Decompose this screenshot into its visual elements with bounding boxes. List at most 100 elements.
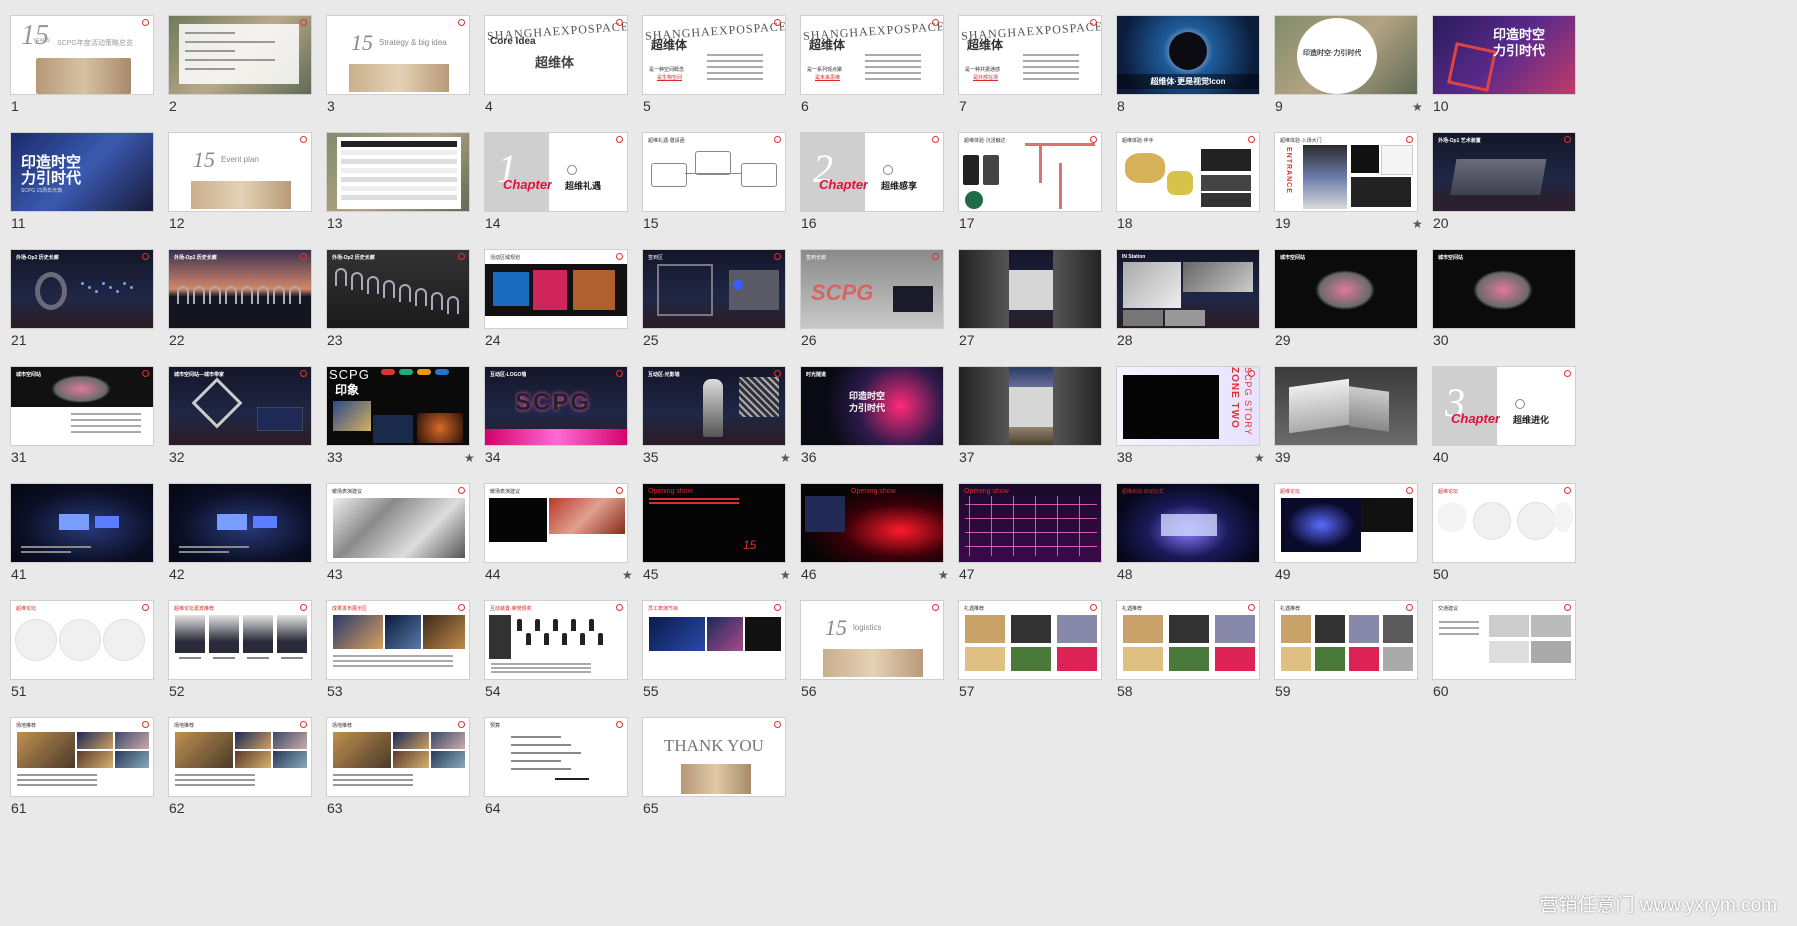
slide-thumbnail[interactable]: 活动区域规划 24	[474, 234, 628, 348]
slide-thumbnail[interactable]: 互动区-光影墙 35 ★	[632, 351, 791, 465]
slide-preview[interactable]	[1274, 366, 1418, 446]
slide-thumbnail[interactable]: 15 logistics 56	[790, 585, 944, 699]
slide-preview[interactable]: Opening show	[958, 483, 1102, 563]
slide-preview[interactable]	[10, 483, 154, 563]
slide-thumbnail[interactable]: 互动区-LOGO墙 SCPG 34	[474, 351, 628, 465]
slide-preview[interactable]: 超维体验·入场大门 ENTRANCE	[1274, 132, 1418, 212]
slide-preview[interactable]: 外场-Op2 历史长廊	[168, 249, 312, 329]
slide-thumbnail[interactable]: Opening show 15 45 ★	[632, 468, 791, 582]
slide-thumbnail[interactable]: 签到长廊 SCPG 26	[790, 234, 944, 348]
slide-preview[interactable]: 礼遇推荐	[1116, 600, 1260, 680]
slide-thumbnail[interactable]: 时光隧道 印造时空 力引时代 36	[790, 351, 944, 465]
slide-thumbnail[interactable]: 暖场表演建议 43	[316, 468, 470, 582]
slide-preview[interactable]: 互动区-光影墙	[642, 366, 786, 446]
slide-thumbnail[interactable]: 超维论坛嘉宾推荐 52	[158, 585, 312, 699]
slide-preview[interactable]: 时光隧道	[958, 366, 1102, 446]
slide-preview[interactable]: 超维礼遇·邀请函	[642, 132, 786, 212]
slide-thumbnail[interactable]: 城市空间站 30	[1422, 234, 1576, 348]
slide-thumbnail[interactable]: 3 Chapter 超维进化 40	[1422, 351, 1576, 465]
slide-preview[interactable]: 15 Strategy & big idea	[326, 15, 470, 95]
slide-preview[interactable]: 超维论坛嘉宾推荐	[168, 600, 312, 680]
slide-thumbnail[interactable]: SHANGHAEXPOSPACE 超维体 是一系列观点聚 是未来思维 6	[790, 0, 944, 114]
slide-preview[interactable]: 签到长廊 SCPG	[800, 249, 944, 329]
slide-thumbnail[interactable]: SHANGHAEXPOSPACE 超维体 是一种共振通感 是外部在场 7	[948, 0, 1102, 114]
slide-thumbnail[interactable]: IN Station 28	[1106, 234, 1260, 348]
slide-preview[interactable]: 场地推荐	[326, 717, 470, 797]
slide-preview[interactable]: SHANGHAEXPOSPACE 超维体 是一种共振通感 是外部在场	[958, 15, 1102, 95]
slide-thumbnail[interactable]: 15 Strategy & big idea 3	[316, 0, 470, 114]
slide-preview[interactable]: 外场-Op2 历史长廊	[326, 249, 470, 329]
slide-thumbnail[interactable]: 场地推荐 62	[158, 702, 312, 816]
slide-thumbnail[interactable]: Opening show 47	[948, 468, 1102, 582]
slide-preview[interactable]: 超维论坛	[10, 600, 154, 680]
slide-preview[interactable]	[326, 132, 470, 212]
slide-thumbnail[interactable]: Opening show 46 ★	[790, 468, 949, 582]
slide-preview[interactable]: 预算	[484, 717, 628, 797]
slide-thumbnail[interactable]: 印造时空 力引时代 SCPG 15周年庆典 11	[0, 117, 154, 231]
slide-thumbnail[interactable]: 场地推荐 63	[316, 702, 470, 816]
slide-thumbnail[interactable]: 外场-Op2 历史长廊 22	[158, 234, 312, 348]
slide-preview[interactable]: 礼遇推荐	[958, 600, 1102, 680]
slide-thumbnail[interactable]: 城市空间站—城市带家 32	[158, 351, 312, 465]
slide-thumbnail[interactable]: 礼遇推荐 59	[1264, 585, 1418, 699]
slide-thumbnail[interactable]: 场地推荐 61	[0, 702, 154, 816]
slide-thumbnail[interactable]: 1 Chapter 超维礼遇 14	[474, 117, 628, 231]
slide-preview[interactable]: 15 Event plan	[168, 132, 312, 212]
slide-thumbnail[interactable]: 2	[158, 0, 312, 114]
slide-preview[interactable]: 场地推荐	[168, 717, 312, 797]
slide-thumbnail[interactable]: SHANGHAEXPOSPACE 超维体 是一种空间概念 是生物空间 5	[632, 0, 786, 114]
slide-preview[interactable]: 外场-Op1 艺术装置	[1432, 132, 1576, 212]
slide-thumbnail[interactable]: 互动装置·荣誉颁奖 54	[474, 585, 628, 699]
slide-thumbnail[interactable]: 超维体验·沉浸触达 17	[948, 117, 1102, 231]
slide-thumbnail[interactable]: 15 YEARS SCPG年度活动策略总览 1	[0, 0, 154, 114]
slide-thumbnail[interactable]: 超维体验·伴手 18	[1106, 117, 1260, 231]
slide-preview[interactable]: 15 YEARS SCPG年度活动策略总览	[10, 15, 154, 95]
slide-preview[interactable]: 活动区域规划	[484, 249, 628, 329]
slide-preview[interactable]: 交通建议	[1432, 600, 1576, 680]
slide-preview[interactable]: 1 Chapter 超维礼遇	[484, 132, 628, 212]
slide-preview[interactable]: 城市空间站	[1432, 249, 1576, 329]
slide-thumbnail[interactable]: 外场-Op1 艺术装置 20	[1422, 117, 1576, 231]
slide-preview[interactable]: 印造时空·力引时代	[1274, 15, 1418, 95]
slide-preview[interactable]: 超维论坛	[1274, 483, 1418, 563]
slide-preview[interactable]: SHANGHAEXPOSPACE Core Idea 超维体	[484, 15, 628, 95]
slide-thumbnail[interactable]: 外场-Op2 历史长廊 23	[316, 234, 470, 348]
slide-thumbnail[interactable]: 2 Chapter 超维感享 16	[790, 117, 944, 231]
slide-preview[interactable]: 印造时空 力引时代	[1432, 15, 1576, 95]
slide-preview[interactable]: SHANGHAEXPOSPACE 超维体 是一种空间概念 是生物空间	[642, 15, 786, 95]
slide-thumbnail[interactable]: 印造时空·力引时代 9 ★	[1264, 0, 1423, 114]
slide-thumbnail[interactable]: 签到区 25	[632, 234, 786, 348]
slide-preview[interactable]: 场地推荐	[10, 717, 154, 797]
slide-preview[interactable]: ZONE TWO SCPG STORY	[1116, 366, 1260, 446]
slide-thumbnail[interactable]: 超维礼遇·邀请函 15	[632, 117, 786, 231]
slide-thumbnail[interactable]: 超维体·更是视觉Icon 8	[1106, 0, 1260, 114]
slide-preview[interactable]: 城市空间站	[10, 366, 154, 446]
slide-thumbnail[interactable]: SHANGHAEXPOSPACE Core Idea 超维体 4	[474, 0, 628, 114]
slide-thumbnail[interactable]: 外场-Op2 历史长廊 21	[0, 234, 154, 348]
slide-preview[interactable]: 外场-Op2 历史长廊	[10, 249, 154, 329]
slide-thumbnail[interactable]: 超维论坛 50	[1422, 468, 1576, 582]
slide-preview[interactable]: SCPG 印象	[326, 366, 470, 446]
slide-preview[interactable]: 时光隧道 印造时空 力引时代	[800, 366, 944, 446]
slide-thumbnail[interactable]: 礼遇推荐 58	[1106, 585, 1260, 699]
slide-preview[interactable]: 互动区-LOGO墙 SCPG	[484, 366, 628, 446]
slide-thumbnail[interactable]: THANK YOU 65	[632, 702, 786, 816]
slide-thumbnail[interactable]: 15 Event plan 12	[158, 117, 312, 231]
slide-thumbnail[interactable]: 42	[158, 468, 312, 582]
slide-preview[interactable]: THANK YOU	[642, 717, 786, 797]
slide-thumbnail[interactable]: 城市空间站 29	[1264, 234, 1418, 348]
slide-preview[interactable]	[168, 483, 312, 563]
slide-thumbnail[interactable]: 成果发布展示区 53	[316, 585, 470, 699]
slide-preview[interactable]: IN Station	[958, 249, 1102, 329]
slide-thumbnail[interactable]: 员工表演节目 55	[632, 585, 786, 699]
slide-preview[interactable]: 超维体验·沉浸触达	[958, 132, 1102, 212]
slide-preview[interactable]: 城市空间站	[1274, 249, 1418, 329]
slide-thumbnail[interactable]: SCPG 印象 33 ★	[316, 351, 475, 465]
slide-preview[interactable]: 2 Chapter 超维感享	[800, 132, 944, 212]
slide-preview[interactable]: 互动装置·荣誉颁奖	[484, 600, 628, 680]
slide-preview[interactable]: 暖场表演建议	[484, 483, 628, 563]
slide-preview[interactable]: Opening show 15	[642, 483, 786, 563]
slide-thumbnail[interactable]: IN Station 27	[948, 234, 1102, 348]
slide-preview[interactable]: 礼遇推荐	[1274, 600, 1418, 680]
slide-preview[interactable]: 暖场表演建议	[326, 483, 470, 563]
